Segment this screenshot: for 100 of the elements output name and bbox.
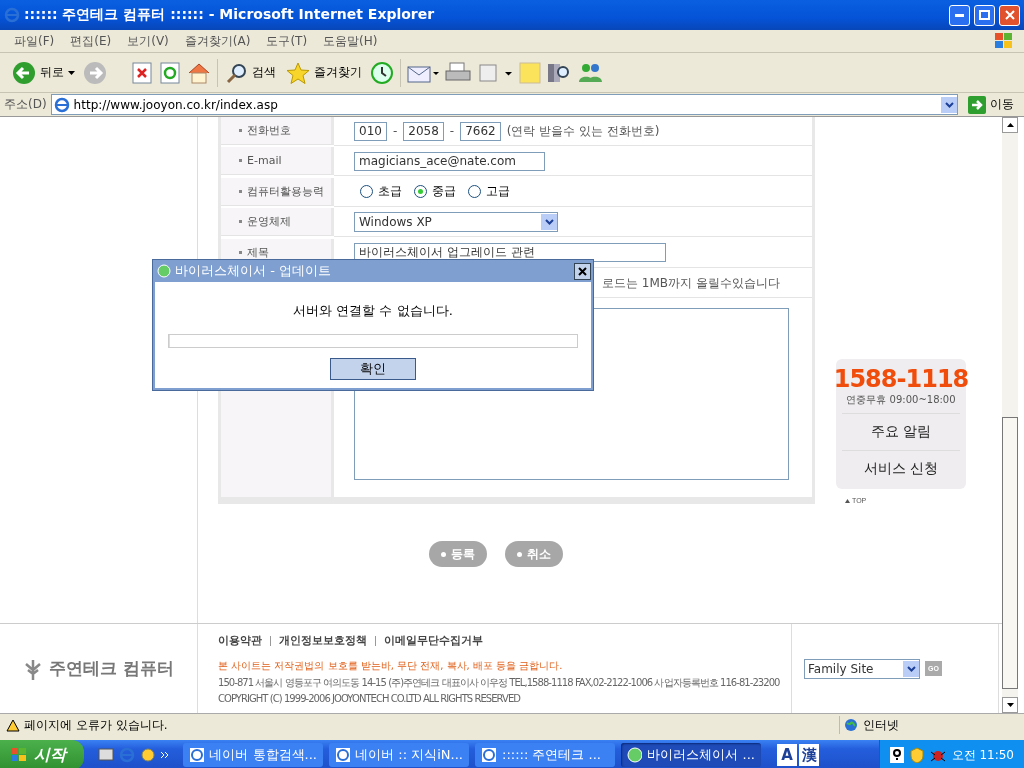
side-link[interactable]: 주요 알림 (842, 413, 960, 450)
menu-item[interactable]: 편집(E) (62, 32, 120, 50)
address-field[interactable]: http://www.jooyon.co.kr/index.asp (50, 94, 958, 115)
down-arrow-icon (1006, 703, 1014, 707)
status-text: 페이지에 오류가 있습니다. (24, 716, 169, 734)
minimize-icon (955, 13, 964, 17)
windows-logo-icon (994, 32, 1014, 50)
copyright-text: COPYRIGHT (C) 1999-2006 JOOYONTECH CO.LTD ALL RIGHTS RESERVED (218, 693, 522, 705)
dialog-title: 바이러스체이서 - 업데이트 (175, 262, 332, 280)
maximize-icon (979, 10, 990, 20)
ime-indicator[interactable]: 漢 (799, 744, 819, 766)
up-arrow-icon (1006, 123, 1014, 127)
footer-link[interactable]: 이용약관 (218, 636, 270, 647)
desktop-icon[interactable] (98, 747, 114, 763)
field-label: 전화번호 (247, 123, 291, 138)
phone-hint: (연락 받을수 있는 전화번호) (506, 122, 660, 140)
ok-button[interactable]: 확인 (330, 358, 416, 380)
stop-icon[interactable] (131, 61, 153, 84)
taskbar-button[interactable]: :::::: 주연테크 ... (475, 743, 615, 767)
research-icon[interactable] (547, 61, 571, 84)
scroll-up-button[interactable] (1002, 117, 1018, 133)
copyright-notice: 본 사이트는 저작권법의 보호를 받는바, 무단 전재, 복사, 배포 등을 금합니다. (218, 659, 564, 674)
os-dropdown[interactable]: Windows XP (354, 212, 558, 233)
scroll-thumb[interactable] (1002, 417, 1018, 689)
address-label: 주소(D) (4, 96, 47, 113)
field-label: E-mail (247, 154, 282, 168)
windows-logo-icon (10, 747, 28, 763)
radio-circle[interactable] (360, 185, 373, 199)
phone-number: 1588-1118 (833, 365, 969, 393)
bullet-icon (239, 189, 242, 193)
radio-option[interactable]: 중급 (414, 183, 456, 201)
page-icon (53, 96, 70, 113)
menu-item[interactable]: 파일(F) (6, 32, 63, 50)
taskbar-button[interactable]: 네이버 :: 지식iN... (329, 743, 469, 767)
minimize-button[interactable] (949, 4, 970, 26)
home-icon[interactable] (187, 61, 211, 84)
radio-circle[interactable] (468, 185, 481, 199)
refresh-icon[interactable] (159, 61, 181, 84)
help-icon[interactable] (889, 747, 904, 763)
scrollbar[interactable] (1002, 117, 1018, 713)
history-icon[interactable] (370, 60, 394, 85)
family-site-dropdown[interactable]: Family Site (804, 658, 920, 679)
radio-option[interactable]: 고급 (468, 183, 510, 201)
triangle-icon (845, 498, 850, 503)
scroll-down-button[interactable] (1002, 697, 1018, 713)
taskbar-button[interactable]: 바이러스체이서 ... (621, 743, 761, 767)
globe-icon (844, 718, 858, 732)
footer-link[interactable]: 이메일무단수집거부 (375, 636, 491, 647)
window-title: :::::: 주연테크 컴퓨터 :::::: - Microsoft Internet Explorer (24, 6, 436, 24)
menu-item[interactable]: 보기(V) (119, 32, 177, 50)
close-button[interactable] (574, 262, 591, 280)
chevron-icon[interactable] (161, 751, 169, 759)
menu-item[interactable]: 도움말(H) (315, 32, 386, 50)
search-button[interactable]: 검색 (224, 59, 278, 86)
taskbar-button[interactable]: 네이버 통합검색... (183, 743, 323, 767)
maximize-button[interactable] (974, 4, 995, 26)
star-icon (286, 61, 310, 84)
footer-link[interactable]: 개인정보보호정책 (270, 636, 375, 647)
bullet-icon (239, 250, 242, 254)
browser-icon (189, 747, 205, 763)
company-logo: 주연테크 컴퓨터 (0, 624, 198, 713)
favorites-button[interactable]: 즐겨찾기 (284, 59, 364, 86)
close-icon (1004, 10, 1015, 20)
menu-item[interactable]: 즐겨찾기(A) (176, 32, 259, 50)
email-field[interactable]: magicians_ace@nate.com (354, 151, 545, 171)
hours-text: 연중무휴 09:00~18:00 (846, 393, 956, 407)
warning-icon (6, 718, 20, 732)
people-icon[interactable] (577, 61, 603, 84)
browser-icon (335, 747, 351, 763)
phone-field[interactable]: 2058 (403, 121, 444, 141)
side-link[interactable]: 서비스 신청 (842, 450, 960, 487)
radio-circle[interactable] (414, 185, 427, 199)
go-button[interactable]: 이동 (962, 95, 1020, 114)
phone-field[interactable]: 7662 (460, 121, 501, 141)
shield-icon[interactable] (909, 747, 924, 763)
radio-option[interactable]: 초급 (360, 183, 402, 201)
caret-icon (68, 70, 75, 75)
printer-icon[interactable] (445, 61, 471, 84)
bullet-icon (239, 129, 242, 132)
close-icon (578, 266, 587, 276)
search-icon (226, 61, 248, 84)
dash: - (392, 124, 398, 138)
media-icon[interactable] (140, 747, 156, 763)
ime-indicator[interactable]: A (777, 744, 797, 766)
browser-icon (4, 7, 20, 23)
company-address: 150-871 서울시 영등포구 여의도동 14-15 (주)주연테크 대표이사 이우정 TEL,1588-1118 FAX,02-2122-1006 사업자등록번호 116-81-23200 (218, 676, 781, 691)
globe-icon (627, 747, 643, 763)
browser-icon (481, 747, 497, 763)
clock: 오전 11:50 (951, 746, 1014, 764)
phone-field[interactable]: 010 (354, 121, 387, 141)
bullet-icon (239, 159, 242, 163)
back-button[interactable]: 뒤로 (10, 58, 77, 87)
menu-item[interactable]: 도구(T) (258, 32, 316, 50)
field-label: 제목 (247, 244, 269, 260)
dialog-message: 서버와 연결할 수 없습니다. (293, 302, 453, 320)
globe-icon (157, 264, 171, 278)
zone-text: 인터넷 (863, 716, 899, 734)
field-label: 운영체제 (247, 214, 291, 230)
dash: - (449, 124, 455, 138)
field-label: 컴퓨터활용능력 (247, 183, 324, 199)
